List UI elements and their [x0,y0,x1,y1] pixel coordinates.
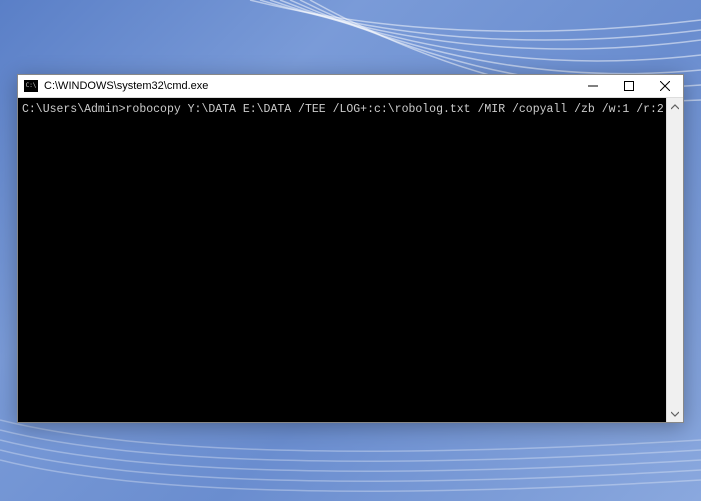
scroll-up-button[interactable] [667,98,683,115]
prompt-line: C:\Users\Admin>robocopy Y:\DATA E:\DATA … [22,103,666,116]
cmd-icon [24,80,38,92]
minimize-icon [588,81,598,91]
scroll-track[interactable] [667,115,683,405]
command-text: robocopy Y:\DATA E:\DATA /TEE /LOG+:c:\r… [126,103,666,116]
chevron-down-icon [671,410,679,418]
window-controls [575,75,683,97]
cmd-window: C:\WINDOWS\system32\cmd.exe C:\Users\Adm… [17,74,684,423]
window-title: C:\WINDOWS\system32\cmd.exe [44,80,575,92]
terminal[interactable]: C:\Users\Admin>robocopy Y:\DATA E:\DATA … [18,98,666,422]
chevron-up-icon [671,103,679,111]
prompt: C:\Users\Admin> [22,103,126,116]
minimize-button[interactable] [575,75,611,97]
close-button[interactable] [647,75,683,97]
scroll-down-button[interactable] [667,405,683,422]
maximize-icon [624,81,634,91]
titlebar[interactable]: C:\WINDOWS\system32\cmd.exe [18,75,683,98]
maximize-button[interactable] [611,75,647,97]
terminal-area: C:\Users\Admin>robocopy Y:\DATA E:\DATA … [18,98,683,422]
close-icon [660,81,670,91]
vertical-scrollbar[interactable] [666,98,683,422]
